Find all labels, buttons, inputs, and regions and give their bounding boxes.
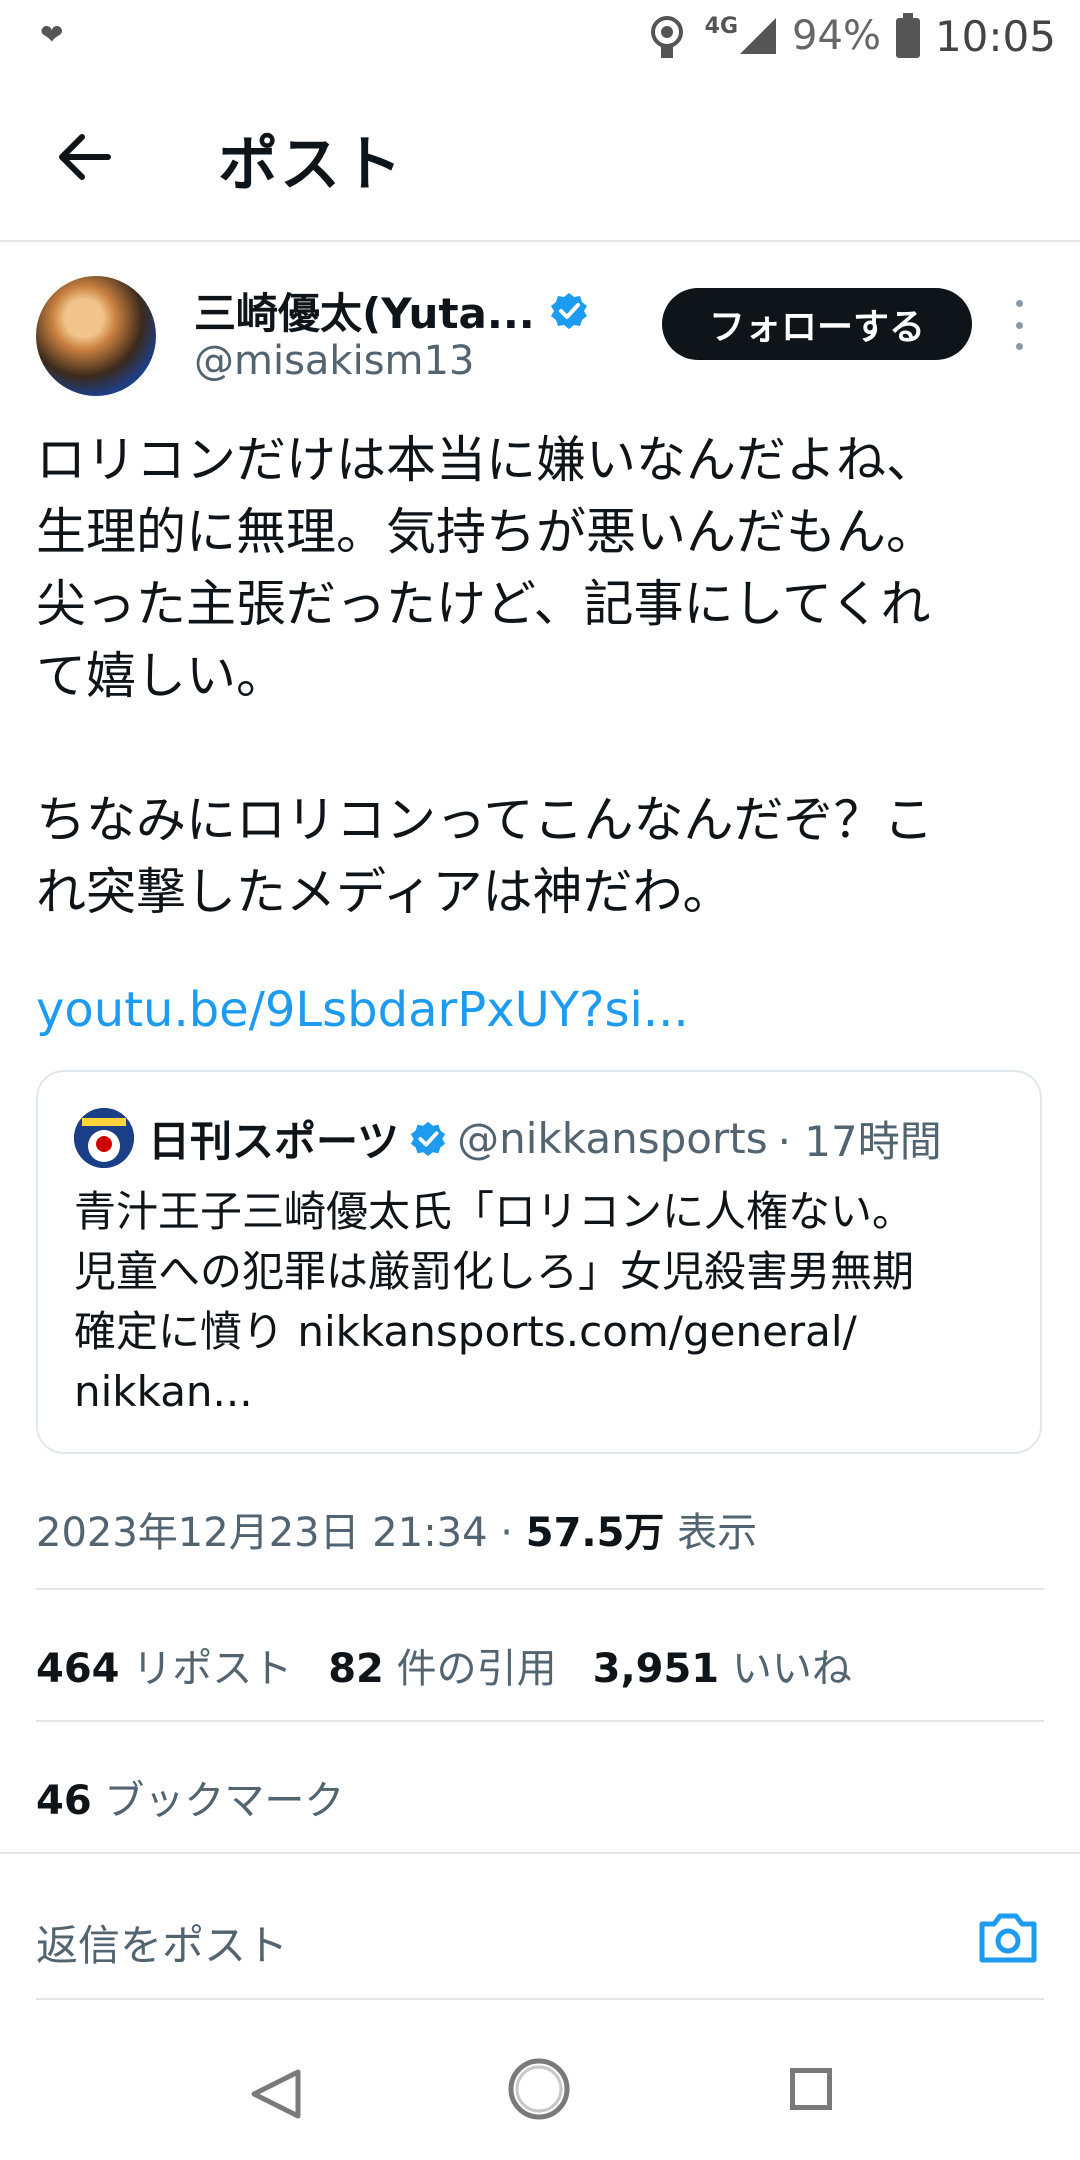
quoted-post-card[interactable]: 日刊スポーツ @nikkansports · 17時間 青汁王子三崎優太氏「ロリ…	[36, 1070, 1042, 1454]
clock: 10:05	[934, 11, 1056, 61]
follow-button[interactable]: フォローする	[662, 288, 972, 360]
post-link[interactable]: youtu.be/9LsbdarPxUY?si...	[36, 982, 689, 1038]
engagement-stats: 464 リポスト 82 件の引用 3,951 いいね	[36, 1636, 852, 1694]
likes-count: 3,951	[592, 1646, 720, 1692]
author-name-row[interactable]: 三崎優太(Yuta...	[194, 280, 589, 341]
quoted-text: 青汁王子三崎優太氏「ロリコンに人権ない。 児童への犯罪は厳罰化しろ」女児殺害男無…	[74, 1187, 915, 1416]
status-right: 4G 94% 10:05	[643, 8, 1056, 64]
quotes-label: 件の引用	[396, 1646, 557, 1692]
divider	[36, 1588, 1044, 1590]
reposts-count: 464	[36, 1646, 120, 1692]
camera-icon[interactable]	[976, 1910, 1040, 1966]
signal-icon	[740, 18, 777, 54]
back-arrow-icon[interactable]	[50, 122, 120, 192]
quoted-author-avatar	[74, 1108, 134, 1168]
view-count: 57.5万	[525, 1510, 665, 1556]
page-title: ポスト	[218, 130, 404, 200]
reposts-stat[interactable]: 464 リポスト	[36, 1636, 292, 1694]
quoted-author-handle: @nikkansports	[457, 1114, 768, 1163]
author-handle[interactable]: @misakism13	[194, 338, 474, 384]
divider	[0, 1852, 1080, 1854]
heart-notification-icon: ❤	[40, 18, 64, 51]
verified-badge-icon	[411, 1121, 446, 1156]
reply-input[interactable]: 返信をポスト	[36, 1912, 288, 1973]
divider	[36, 1720, 1044, 1722]
battery-percent: 94%	[792, 13, 881, 59]
author-avatar[interactable]	[36, 276, 156, 396]
bookmarks-count: 46	[36, 1778, 92, 1824]
likes-stat[interactable]: 3,951 いいね	[593, 1636, 852, 1694]
post-datetime: 2023年12月23日 21:34 ·	[36, 1510, 526, 1556]
divider	[36, 1998, 1044, 2000]
reposts-label: リポスト	[132, 1646, 293, 1692]
post-metadata: 2023年12月23日 21:34 · 57.5万 表示	[36, 1500, 757, 1558]
quoted-header: 日刊スポーツ @nikkansports · 17時間	[148, 1108, 942, 1169]
battery-icon	[895, 13, 920, 58]
top-app-bar: ポスト	[0, 72, 1080, 242]
bookmarks-label: ブックマーク	[104, 1778, 345, 1824]
hotspot-icon	[650, 16, 683, 58]
likes-label: いいね	[731, 1646, 852, 1692]
quoted-author-name: 日刊スポーツ	[148, 1117, 400, 1166]
verified-badge-icon	[550, 292, 587, 329]
author-name[interactable]: 三崎優太(Yuta...	[194, 280, 535, 341]
nav-back-icon[interactable]	[246, 2066, 306, 2122]
bookmarks-stat[interactable]: 46 ブックマーク	[36, 1768, 344, 1826]
quotes-count: 82	[328, 1646, 384, 1692]
view-label: 表示	[664, 1510, 758, 1556]
more-options-icon[interactable]	[1004, 300, 1034, 350]
nav-recent-apps-icon[interactable]	[790, 2068, 832, 2110]
status-bar: ❤ 4G 94% 10:05	[0, 0, 1080, 72]
network-label: 4G	[704, 14, 739, 39]
quoted-time: · 17時間	[777, 1117, 942, 1166]
nav-home-icon[interactable]	[506, 2056, 572, 2122]
post-body: ロリコンだけは本当に嫌いなんだよね、 生理的に無理。気持ちが悪いんだもん。 尖っ…	[36, 431, 936, 921]
quotes-stat[interactable]: 82 件の引用	[328, 1636, 556, 1694]
